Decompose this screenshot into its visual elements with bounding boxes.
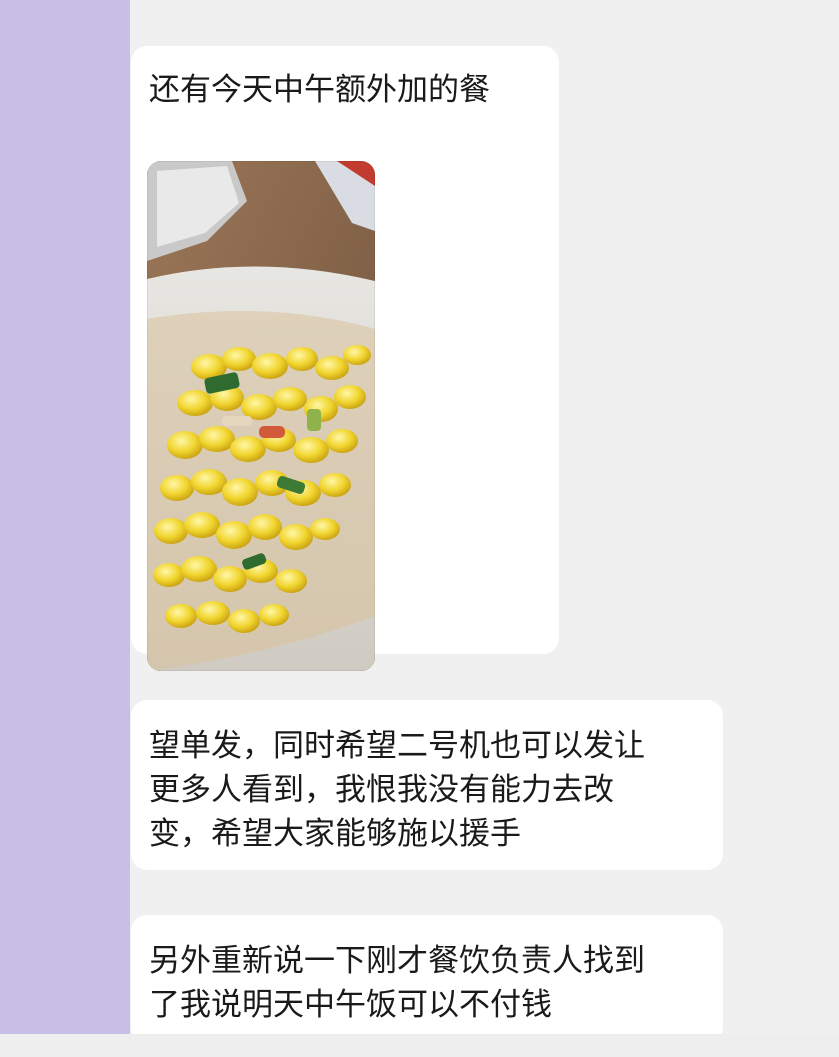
message-line: 望单发，同时希望二号机也可以发让 bbox=[149, 728, 645, 764]
message-line: 更多人看到，我恨我没有能力去改 bbox=[149, 772, 614, 808]
left-side-panel bbox=[0, 0, 130, 1034]
message-line: 另外重新说一下刚才餐饮负责人找到 bbox=[149, 943, 645, 979]
message-caption: 还有今天中午额外加的餐 bbox=[149, 72, 490, 108]
message-bubble-text[interactable]: 望单发，同时希望二号机也可以发让 更多人看到，我恨我没有能力去改 变，希望大家能… bbox=[131, 700, 723, 870]
message-bubble-photo[interactable]: 还有今天中午额外加的餐 bbox=[131, 46, 559, 671]
message-line: 变，希望大家能够施以援手 bbox=[149, 816, 521, 852]
food-photo[interactable] bbox=[147, 161, 375, 671]
message-line: 了我说明天中午饭可以不付钱 bbox=[149, 987, 552, 1023]
bottom-background-strip bbox=[0, 1034, 839, 1057]
message-bubble-text[interactable]: 另外重新说一下刚才餐饮负责人找到 了我说明天中午饭可以不付钱 bbox=[131, 915, 723, 1043]
